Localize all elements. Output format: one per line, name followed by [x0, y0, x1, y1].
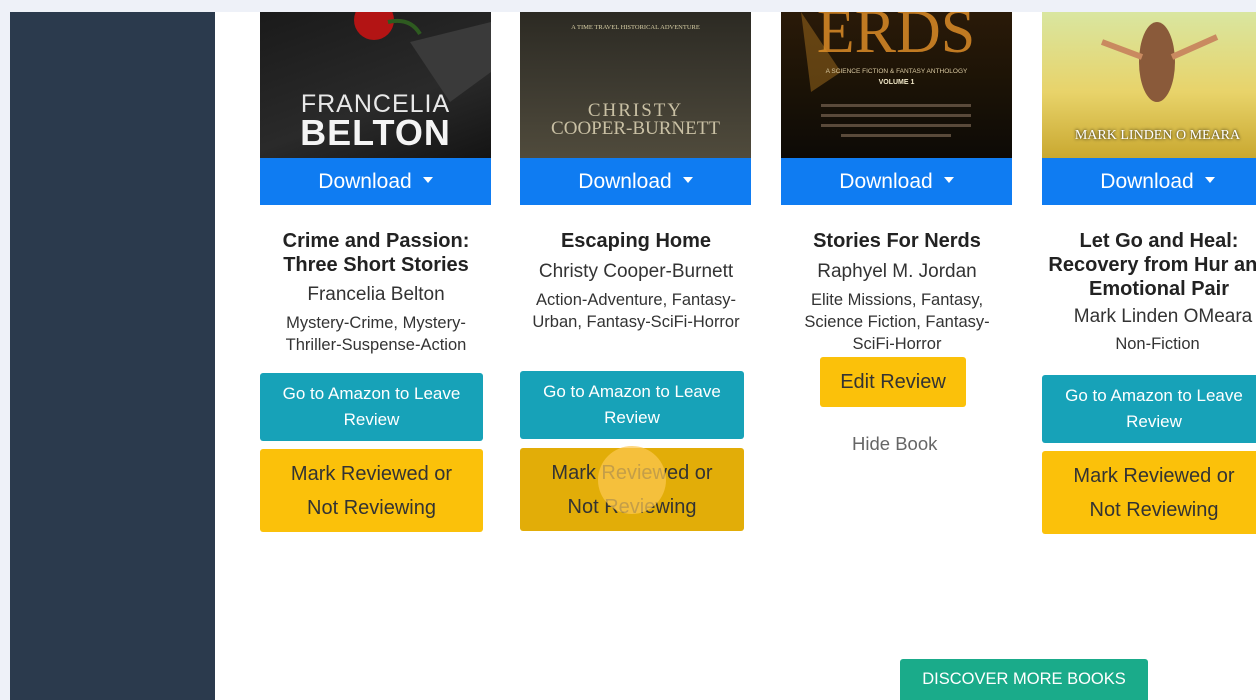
book-title: Let Go and Heal: Recovery from Hur and E…: [1048, 230, 1256, 300]
content-frame: FRANCELIA BELTON Download Crime and Pass…: [10, 12, 1256, 700]
book-author: Francelia Belton: [307, 284, 445, 305]
download-button[interactable]: Download: [520, 158, 751, 205]
mark-reviewed-label: Mark Reviewed or Not Reviewing: [551, 461, 713, 518]
cover-text-line: A SCIENCE FICTION & FANTASY ANTHOLOGY: [825, 68, 968, 75]
book-author: Raphyel M. Jordan: [817, 261, 977, 282]
book-cover-3[interactable]: ERDS A SCIENCE FICTION & FANTASY ANTHOLO…: [781, 12, 1012, 158]
book-author: Christy Cooper-Burnett: [538, 261, 734, 282]
edit-review-button[interactable]: Edit Review: [820, 357, 966, 407]
book-cover-2[interactable]: A TIME TRAVEL HISTORICAL ADVENTURE CHRIS…: [520, 12, 751, 158]
mark-reviewed-button[interactable]: Mark Reviewed or Not Reviewing: [520, 448, 744, 531]
caret-down-icon: [943, 176, 954, 183]
download-button[interactable]: Download: [781, 158, 1012, 205]
svg-text:ERDS: ERDS: [817, 12, 975, 66]
cover-text-line: MARK LINDEN O MEARA: [1074, 128, 1241, 143]
edit-review-label: Edit Review: [840, 370, 946, 393]
book-title: Escaping Home: [560, 230, 712, 252]
book-info: Stories For Nerds Raphyel M. Jordan Elit…: [771, 229, 1023, 355]
download-button[interactable]: Download: [1042, 158, 1256, 205]
book-author: Mark Linden OMeara: [1073, 306, 1253, 327]
cover-text-line: VOLUME 1: [878, 79, 915, 86]
amazon-review-button[interactable]: Go to Amazon to Leave Review: [260, 373, 483, 441]
mark-reviewed-label: Mark Reviewed or Not Reviewing: [1073, 464, 1235, 521]
amazon-review-button[interactable]: Go to Amazon to Leave Review: [520, 371, 744, 439]
book-info: Let Go and Heal: Recovery from Hur and E…: [1042, 229, 1256, 355]
download-button[interactable]: Download: [260, 158, 491, 205]
book-title: Stories For Nerds: [813, 230, 981, 252]
discover-more-books-button[interactable]: DISCOVER MORE BOOKS: [900, 659, 1148, 700]
book-genres: Action-Adventure, Fantasy-Urban, Fantasy…: [532, 291, 740, 331]
amazon-review-label: Go to Amazon to Leave Review: [282, 384, 461, 429]
book-cover-1[interactable]: FRANCELIA BELTON: [260, 12, 491, 158]
cover-text-line: COOPER-BURNETT: [551, 118, 720, 139]
book-genres: Mystery-Crime, Mystery-Thriller-Suspense…: [285, 314, 467, 354]
cover-text-line: A TIME TRAVEL HISTORICAL ADVENTURE: [571, 24, 700, 31]
amazon-review-label: Go to Amazon to Leave Review: [543, 382, 721, 427]
caret-down-icon: [682, 176, 693, 183]
book-info: Crime and Passion: Three Short Stories F…: [250, 229, 502, 356]
caret-down-icon: [1204, 176, 1215, 183]
amazon-review-label: Go to Amazon to Leave Review: [1065, 386, 1243, 431]
caret-down-icon: [422, 176, 433, 183]
download-label: Download: [1100, 169, 1194, 193]
book-title: Crime and Passion: Three Short Stories: [282, 230, 470, 276]
book-genres: Elite Missions, Fantasy, Science Fiction…: [804, 291, 990, 353]
amazon-review-button[interactable]: Go to Amazon to Leave Review: [1042, 375, 1256, 443]
mark-reviewed-button[interactable]: Mark Reviewed or Not Reviewing: [260, 449, 483, 532]
book-info: Escaping Home Christy Cooper-Burnett Act…: [510, 229, 762, 333]
mark-reviewed-label: Mark Reviewed or Not Reviewing: [290, 462, 453, 519]
download-label: Download: [578, 169, 672, 193]
hide-book-link[interactable]: Hide Book: [852, 433, 937, 455]
book-genres: Non-Fiction: [1115, 335, 1200, 353]
sidebar: [10, 12, 215, 700]
download-label: Download: [839, 169, 933, 193]
mark-reviewed-button[interactable]: Mark Reviewed or Not Reviewing: [1042, 451, 1256, 534]
download-label: Download: [318, 169, 412, 193]
book-cover-4[interactable]: MARK LINDEN O MEARA: [1042, 12, 1256, 158]
cover-text-line: BELTON: [300, 112, 451, 153]
